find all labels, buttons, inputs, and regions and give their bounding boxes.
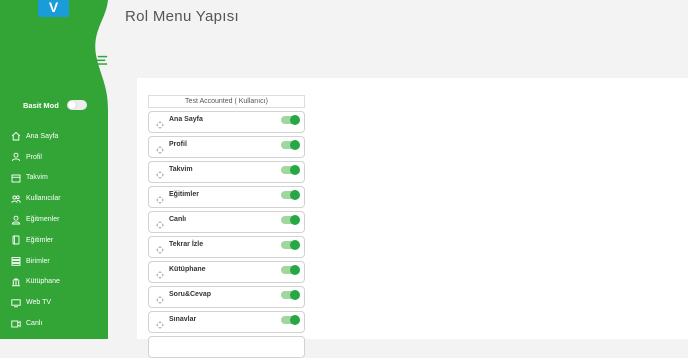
sidebar-item-label: Eğitmenler — [26, 216, 60, 224]
sidebar-item-label: Web TV — [26, 299, 52, 307]
role-menu-toggle[interactable] — [281, 114, 300, 125]
sidebar-item-label: Kullanıcılar — [26, 195, 61, 203]
sidebar-item-ana-sayfa[interactable]: Ana Sayfa — [11, 126, 61, 147]
drag-handle-icon[interactable] — [156, 270, 164, 279]
sidebar-item-label: Birimler — [26, 257, 50, 265]
role-menu-item[interactable]: Soru&Cevap — [148, 286, 305, 308]
role-menu-toggle[interactable] — [281, 164, 300, 175]
drag-handle-icon[interactable] — [156, 120, 164, 129]
sidebar-item-label: Eğitimler — [26, 236, 54, 244]
drag-handle-icon[interactable] — [156, 195, 164, 204]
role-panel-header: Test Accounted ( Kullanıcı) — [148, 95, 305, 108]
calendar-icon — [11, 173, 21, 183]
sidebar-item-kutuphane[interactable]: Kütüphane — [11, 272, 61, 293]
role-menu-toggle[interactable] — [281, 189, 300, 200]
sidebar-item-egitmenler[interactable]: Eğitmenler — [11, 209, 61, 230]
users-icon — [11, 194, 21, 204]
sidebar-item-label: Profil — [26, 153, 42, 161]
sidebar-item-label: Kütüphane — [26, 278, 60, 286]
role-menu-label: Takvim — [169, 166, 193, 173]
drag-handle-icon[interactable] — [156, 220, 164, 229]
role-menu-toggle[interactable] — [281, 139, 300, 150]
sidebar-item-web-tv[interactable]: Web TV — [11, 292, 61, 313]
sidebar-item-label: Takvim — [26, 174, 48, 182]
simple-mode-switch[interactable] — [66, 100, 87, 110]
role-menu-label: Eğitimler — [169, 191, 199, 198]
role-menu-panel: Test Accounted ( Kullanıcı) Ana Sayfa Pr… — [148, 95, 305, 358]
role-menu-toggle[interactable] — [281, 264, 300, 275]
sidebar-item-takvim[interactable]: Takvim — [11, 168, 61, 189]
role-menu-item[interactable]: Tekrar İzle — [148, 236, 305, 258]
role-menu-list: Ana Sayfa Profil Takvim Eğitimler Canlı … — [148, 111, 305, 358]
sidebar-item-kullanicilar[interactable]: Kullanıcılar — [11, 188, 61, 209]
tv-icon — [11, 298, 21, 308]
sidebar-item-birimler[interactable]: Birimler — [11, 251, 61, 272]
units-icon — [11, 256, 21, 266]
role-menu-toggle[interactable] — [281, 239, 300, 250]
drag-handle-icon[interactable] — [156, 145, 164, 154]
page-title: Rol Menu Yapısı — [125, 8, 240, 25]
drag-handle-icon[interactable] — [156, 320, 164, 329]
app-logo[interactable]: V — [38, 0, 69, 17]
role-menu-label: Sınavlar — [169, 316, 197, 323]
simple-mode-label: Basit Mod — [23, 100, 59, 110]
role-menu-item[interactable]: Canlı — [148, 211, 305, 233]
drag-handle-icon[interactable] — [156, 245, 164, 254]
role-menu-toggle[interactable] — [281, 214, 300, 225]
role-menu-label: Canlı — [169, 216, 187, 223]
role-menu-label: Kütüphane — [169, 266, 206, 273]
library-icon — [11, 277, 21, 287]
home-icon — [11, 131, 21, 141]
sidebar-item-label: Ana Sayfa — [26, 132, 59, 140]
role-menu-item[interactable]: Ana Sayfa — [148, 111, 305, 133]
role-menu-item[interactable]: Sınavlar — [148, 311, 305, 333]
role-menu-item-partial[interactable] — [148, 336, 305, 358]
sidebar-item-egitimler[interactable]: Eğitimler — [11, 230, 61, 251]
drag-handle-icon[interactable] — [156, 170, 164, 179]
simple-mode-toggle: Basit Mod — [23, 100, 87, 110]
sidebar-item-profil[interactable]: Profil — [11, 147, 61, 168]
role-menu-label: Tekrar İzle — [169, 241, 204, 248]
role-menu-toggle[interactable] — [281, 314, 300, 325]
user-icon — [11, 152, 21, 162]
sidebar-nav: Ana Sayfa Profil Takvim Kullanıcılar Eği… — [11, 126, 61, 334]
instructor-icon — [11, 215, 21, 225]
role-menu-label: Profil — [169, 141, 187, 148]
menu-toggle-icon[interactable] — [96, 54, 109, 67]
book-icon — [11, 235, 21, 245]
live-icon — [11, 319, 21, 329]
role-menu-label: Ana Sayfa — [169, 116, 203, 123]
drag-handle-icon[interactable] — [156, 295, 164, 304]
role-menu-item[interactable]: Eğitimler — [148, 186, 305, 208]
role-menu-item[interactable]: Takvim — [148, 161, 305, 183]
sidebar-item-canli[interactable]: Canlı — [11, 313, 61, 334]
role-menu-item[interactable]: Kütüphane — [148, 261, 305, 283]
role-menu-item[interactable]: Profil — [148, 136, 305, 158]
sidebar-item-label: Canlı — [26, 320, 43, 328]
role-menu-label: Soru&Cevap — [169, 291, 212, 298]
role-menu-toggle[interactable] — [281, 289, 300, 300]
